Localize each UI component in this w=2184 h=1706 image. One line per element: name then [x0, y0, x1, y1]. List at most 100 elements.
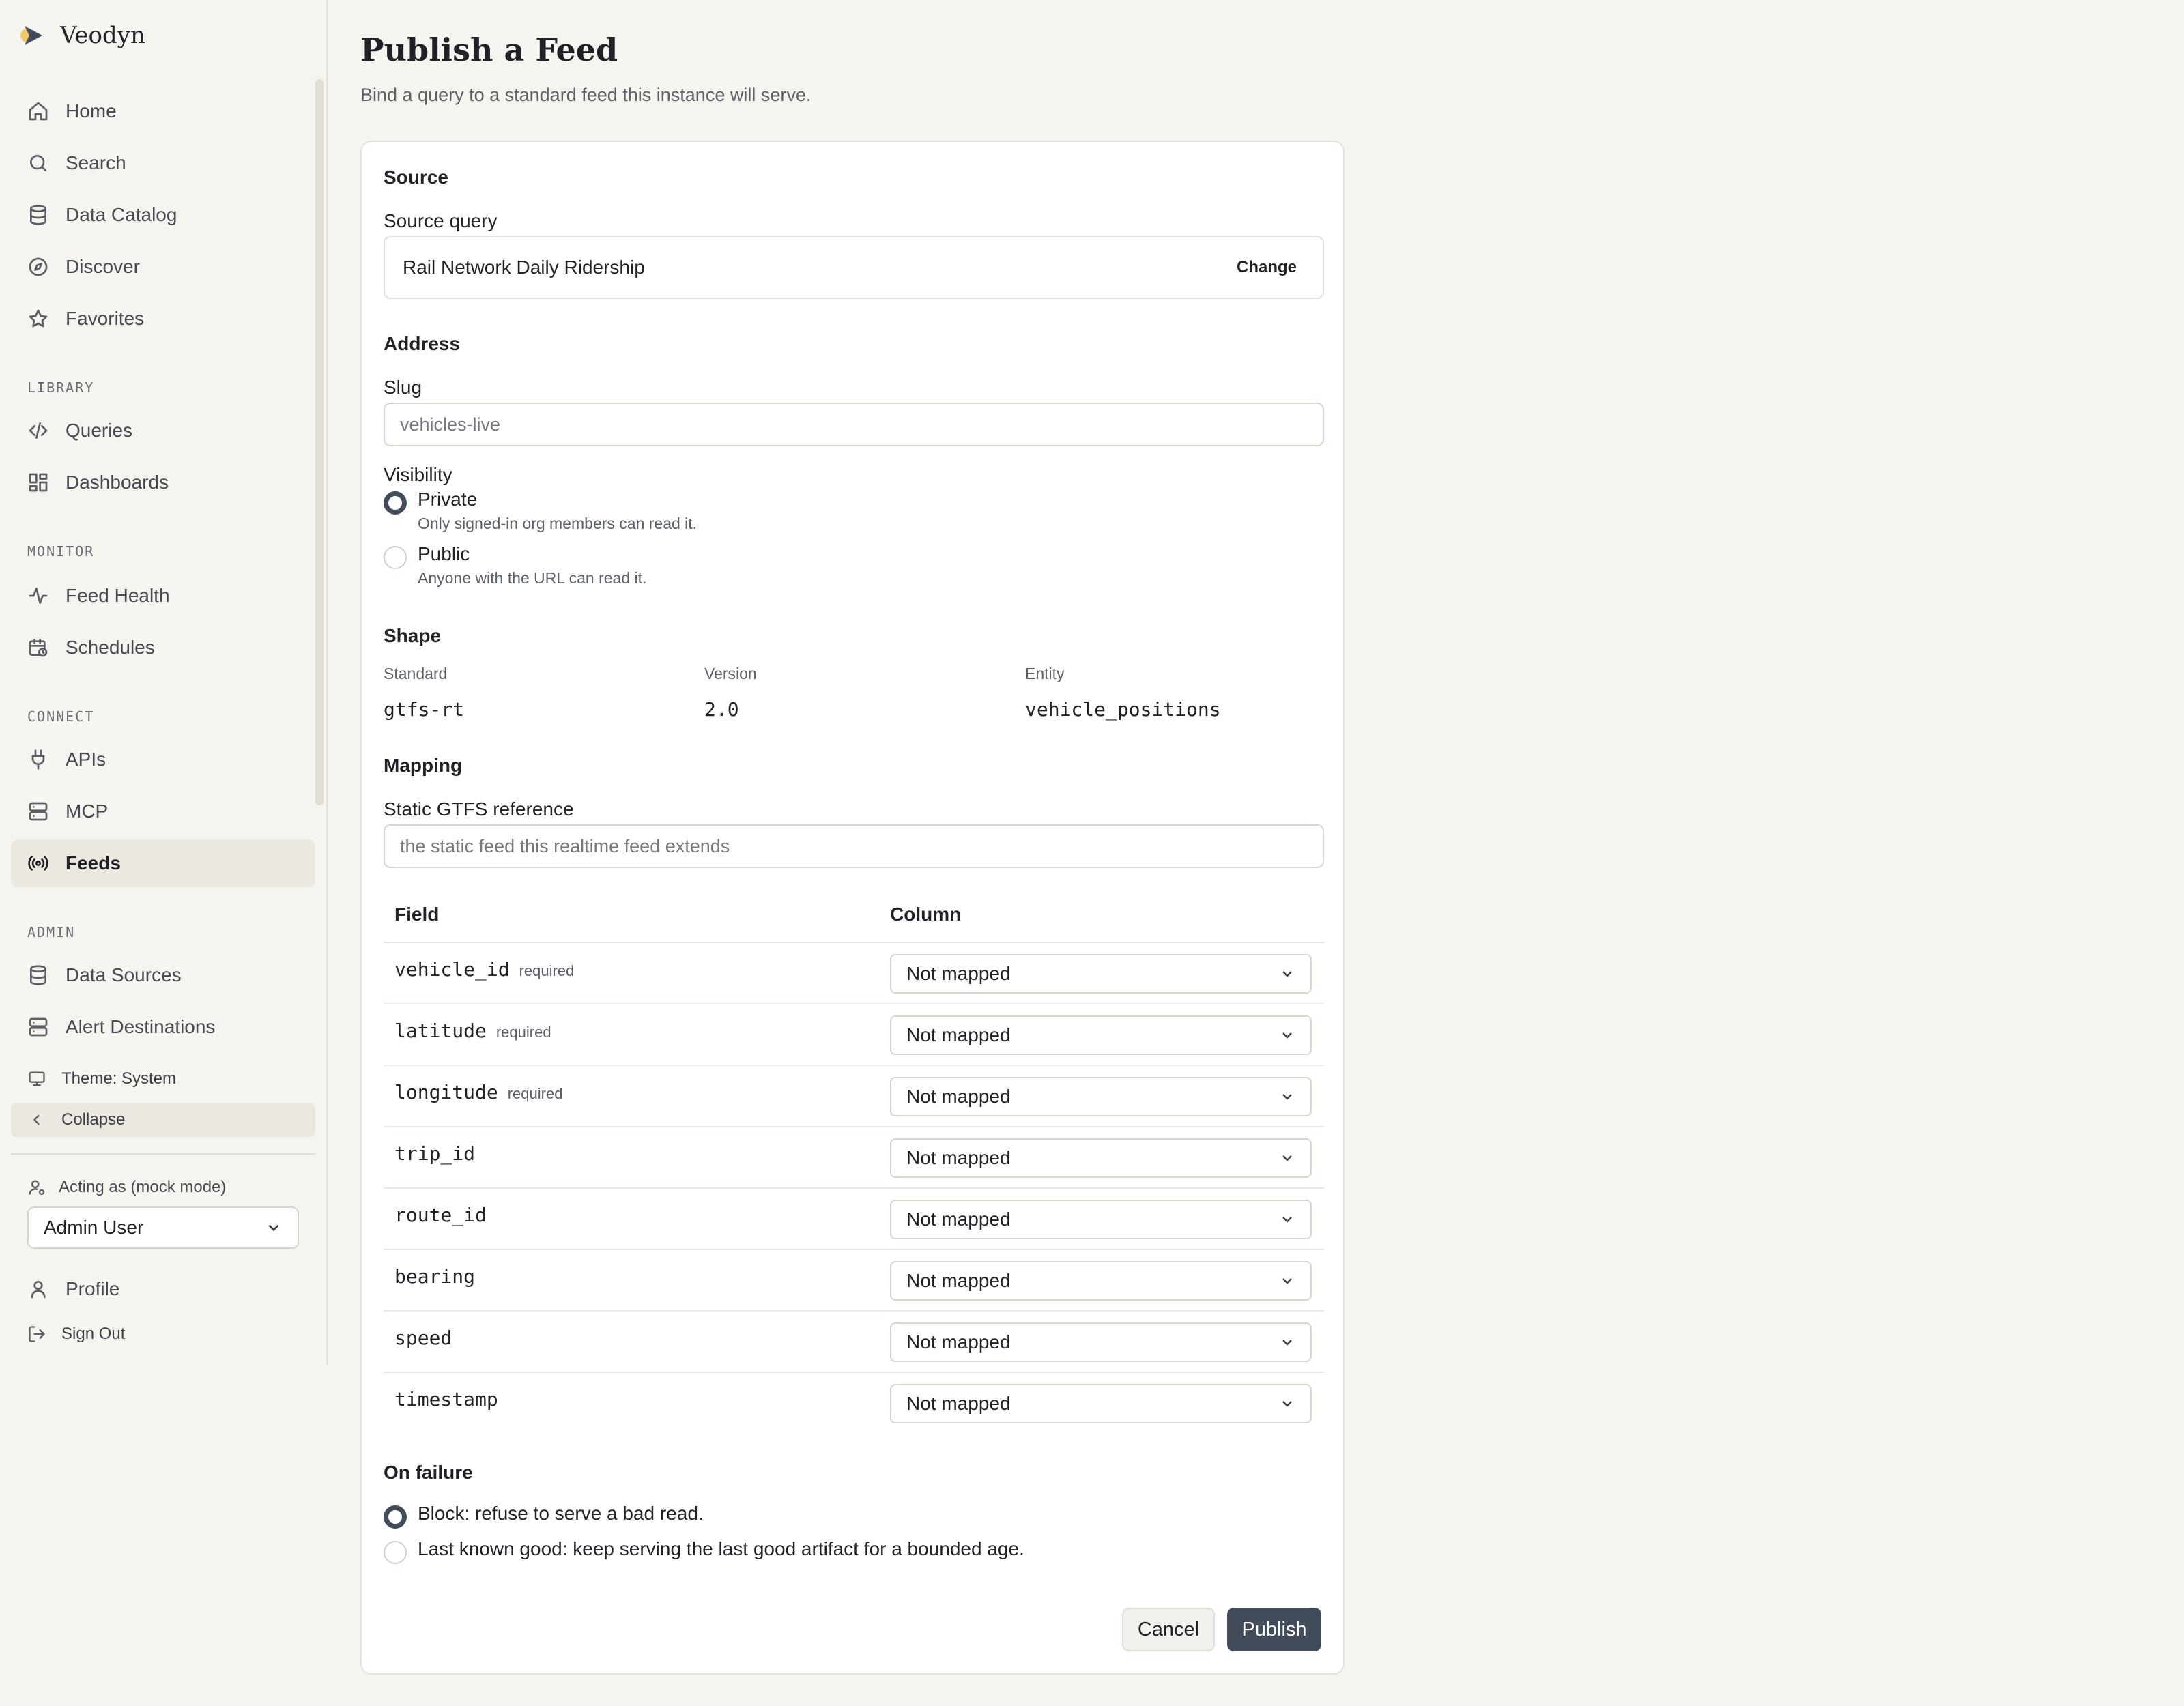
sidebar-item-data-catalog[interactable]: Data Catalog [11, 191, 315, 239]
source-query-label: Source query [384, 210, 498, 231]
sidebar-item-favorites[interactable]: Favorites [11, 295, 315, 343]
radio-public-title: Public [418, 543, 470, 564]
sidebar-item-label: Feeds [66, 852, 121, 873]
theme-toggle[interactable]: Theme: System [11, 1062, 315, 1096]
visibility-label: Visibility [384, 464, 452, 485]
address-heading: Address [384, 333, 461, 354]
code-icon [29, 422, 48, 439]
visibility-option-private[interactable]: Private Only signed-in org members can r… [384, 489, 697, 533]
sidebar-scrollbar[interactable] [315, 79, 324, 805]
column-select-value: Not mapped [906, 1270, 1011, 1291]
sidebar-item-dashboards[interactable]: Dashboards [11, 459, 315, 506]
sidebar-item-discover[interactable]: Discover [11, 243, 315, 291]
acting-user-select[interactable]: Admin User [27, 1206, 299, 1249]
sidebar-item-apis[interactable]: APIs [11, 736, 315, 783]
sign-out-button[interactable]: Sign Out [11, 1317, 315, 1351]
sidebar-item-mcp[interactable]: MCP [11, 787, 315, 835]
column-select[interactable]: Not mapped [890, 1200, 1312, 1239]
radio-public-desc: Anyone with the URL can read it. [418, 569, 647, 587]
field-name-text: latitude [394, 1020, 487, 1042]
column-select-value: Not mapped [906, 1209, 1011, 1230]
brand-logo-icon [20, 26, 42, 45]
chevron-down-icon [1282, 1094, 1292, 1100]
visibility-option-public[interactable]: Public Anyone with the URL can read it. [384, 543, 646, 588]
field-name-text: route_id [394, 1204, 487, 1226]
sidebar-item-data-sources[interactable]: Data Sources [11, 951, 315, 999]
failure-option-last-known-good[interactable]: Last known good: keep serving the last g… [384, 1538, 1024, 1564]
database-icon [30, 205, 46, 225]
sidebar-item-profile[interactable]: Profile [11, 1265, 315, 1313]
field-name: bearing [394, 1265, 475, 1288]
acting-user-value: Admin User [44, 1217, 144, 1238]
column-select[interactable]: Not mapped [890, 1138, 1312, 1178]
sidebar-item-home[interactable]: Home [11, 87, 315, 135]
section-label-admin: ADMIN [27, 924, 76, 940]
compass-icon [29, 257, 48, 276]
field-name: latitude required [394, 1020, 551, 1042]
sidebar-item-feed-health[interactable]: Feed Health [11, 572, 315, 620]
table-row: route_id Not mapped [384, 1189, 1324, 1250]
field-name-text: trip_id [394, 1142, 476, 1165]
user-icon [31, 1281, 46, 1299]
sidebar: Veodyn Home Search Data Catalog Discover… [0, 0, 328, 1365]
slug-input[interactable] [384, 403, 1324, 446]
sidebar-item-label: APIs [66, 749, 106, 770]
field-name: longitude required [394, 1081, 562, 1103]
chevron-down-icon [1282, 1217, 1292, 1223]
field-name: timestamp [394, 1388, 498, 1411]
entity-value: vehicle_positions [1025, 698, 1221, 721]
radio-public[interactable] [384, 546, 407, 569]
sidebar-item-label: Data Sources [66, 964, 182, 985]
column-select[interactable]: Not mapped [890, 1077, 1312, 1116]
version-label: Version [704, 665, 757, 682]
version-value: 2.0 [704, 698, 739, 721]
column-select[interactable]: Not mapped [890, 1384, 1312, 1423]
change-source-button[interactable]: Change [1228, 251, 1305, 284]
sidebar-item-search[interactable]: Search [11, 139, 315, 187]
failure-option-block[interactable]: Block: refuse to serve a bad read. [384, 1503, 704, 1529]
radio-private[interactable] [384, 491, 407, 515]
column-select[interactable]: Not mapped [890, 1015, 1312, 1055]
entity-label: Entity [1025, 665, 1065, 682]
slug-label: Slug [384, 377, 422, 398]
sidebar-item-feeds[interactable]: Feeds [11, 839, 315, 887]
sidebar-item-queries[interactable]: Queries [11, 407, 315, 454]
home-icon [29, 102, 48, 121]
column-select[interactable]: Not mapped [890, 1261, 1312, 1301]
table-row: trip_id Not mapped [384, 1127, 1324, 1189]
mapping-rows: vehicle_id required Not mapped latitude requ… [384, 943, 1324, 1434]
standard-label: Standard [384, 665, 448, 682]
required-tag: required [495, 1024, 551, 1041]
column-select-value: Not mapped [906, 1393, 1011, 1414]
field-name-text: longitude [394, 1081, 498, 1103]
table-row: latitude required Not mapped [384, 1004, 1324, 1066]
radio-last-known-good[interactable] [384, 1541, 407, 1564]
static-gtfs-input[interactable] [384, 824, 1324, 868]
broadcast-icon [28, 856, 48, 871]
field-name-text: speed [394, 1327, 452, 1349]
publish-button[interactable]: Publish [1227, 1608, 1321, 1651]
sidebar-item-alert-destinations[interactable]: Alert Destinations [11, 1003, 315, 1051]
field-name-text: timestamp [394, 1388, 498, 1411]
section-label-connect: CONNECT [27, 708, 95, 725]
sidebar-item-label: Home [66, 100, 117, 121]
brand[interactable]: Veodyn [18, 20, 145, 50]
column-select-value: Not mapped [906, 1331, 1011, 1353]
log-out-icon [29, 1326, 45, 1342]
column-select[interactable]: Not mapped [890, 1322, 1312, 1362]
sign-out-label: Sign Out [61, 1325, 126, 1343]
radio-block[interactable] [384, 1505, 407, 1529]
sidebar-item-schedules[interactable]: Schedules [11, 624, 315, 671]
sidebar-item-label: MCP [66, 800, 109, 822]
column-select-value: Not mapped [906, 1147, 1011, 1168]
chevron-left-icon [33, 1115, 40, 1125]
source-heading: Source [384, 167, 448, 188]
user-cog-icon [29, 1180, 45, 1196]
collapse-button[interactable]: Collapse [11, 1103, 315, 1137]
required-tag: required [507, 1085, 563, 1102]
cancel-button[interactable]: Cancel [1122, 1608, 1215, 1651]
field-name-text: vehicle_id [394, 958, 510, 981]
column-select[interactable]: Not mapped [890, 954, 1312, 994]
sidebar-item-label: Data Catalog [66, 204, 177, 225]
source-query-box: Rail Network Daily Ridership Change [384, 236, 1324, 299]
